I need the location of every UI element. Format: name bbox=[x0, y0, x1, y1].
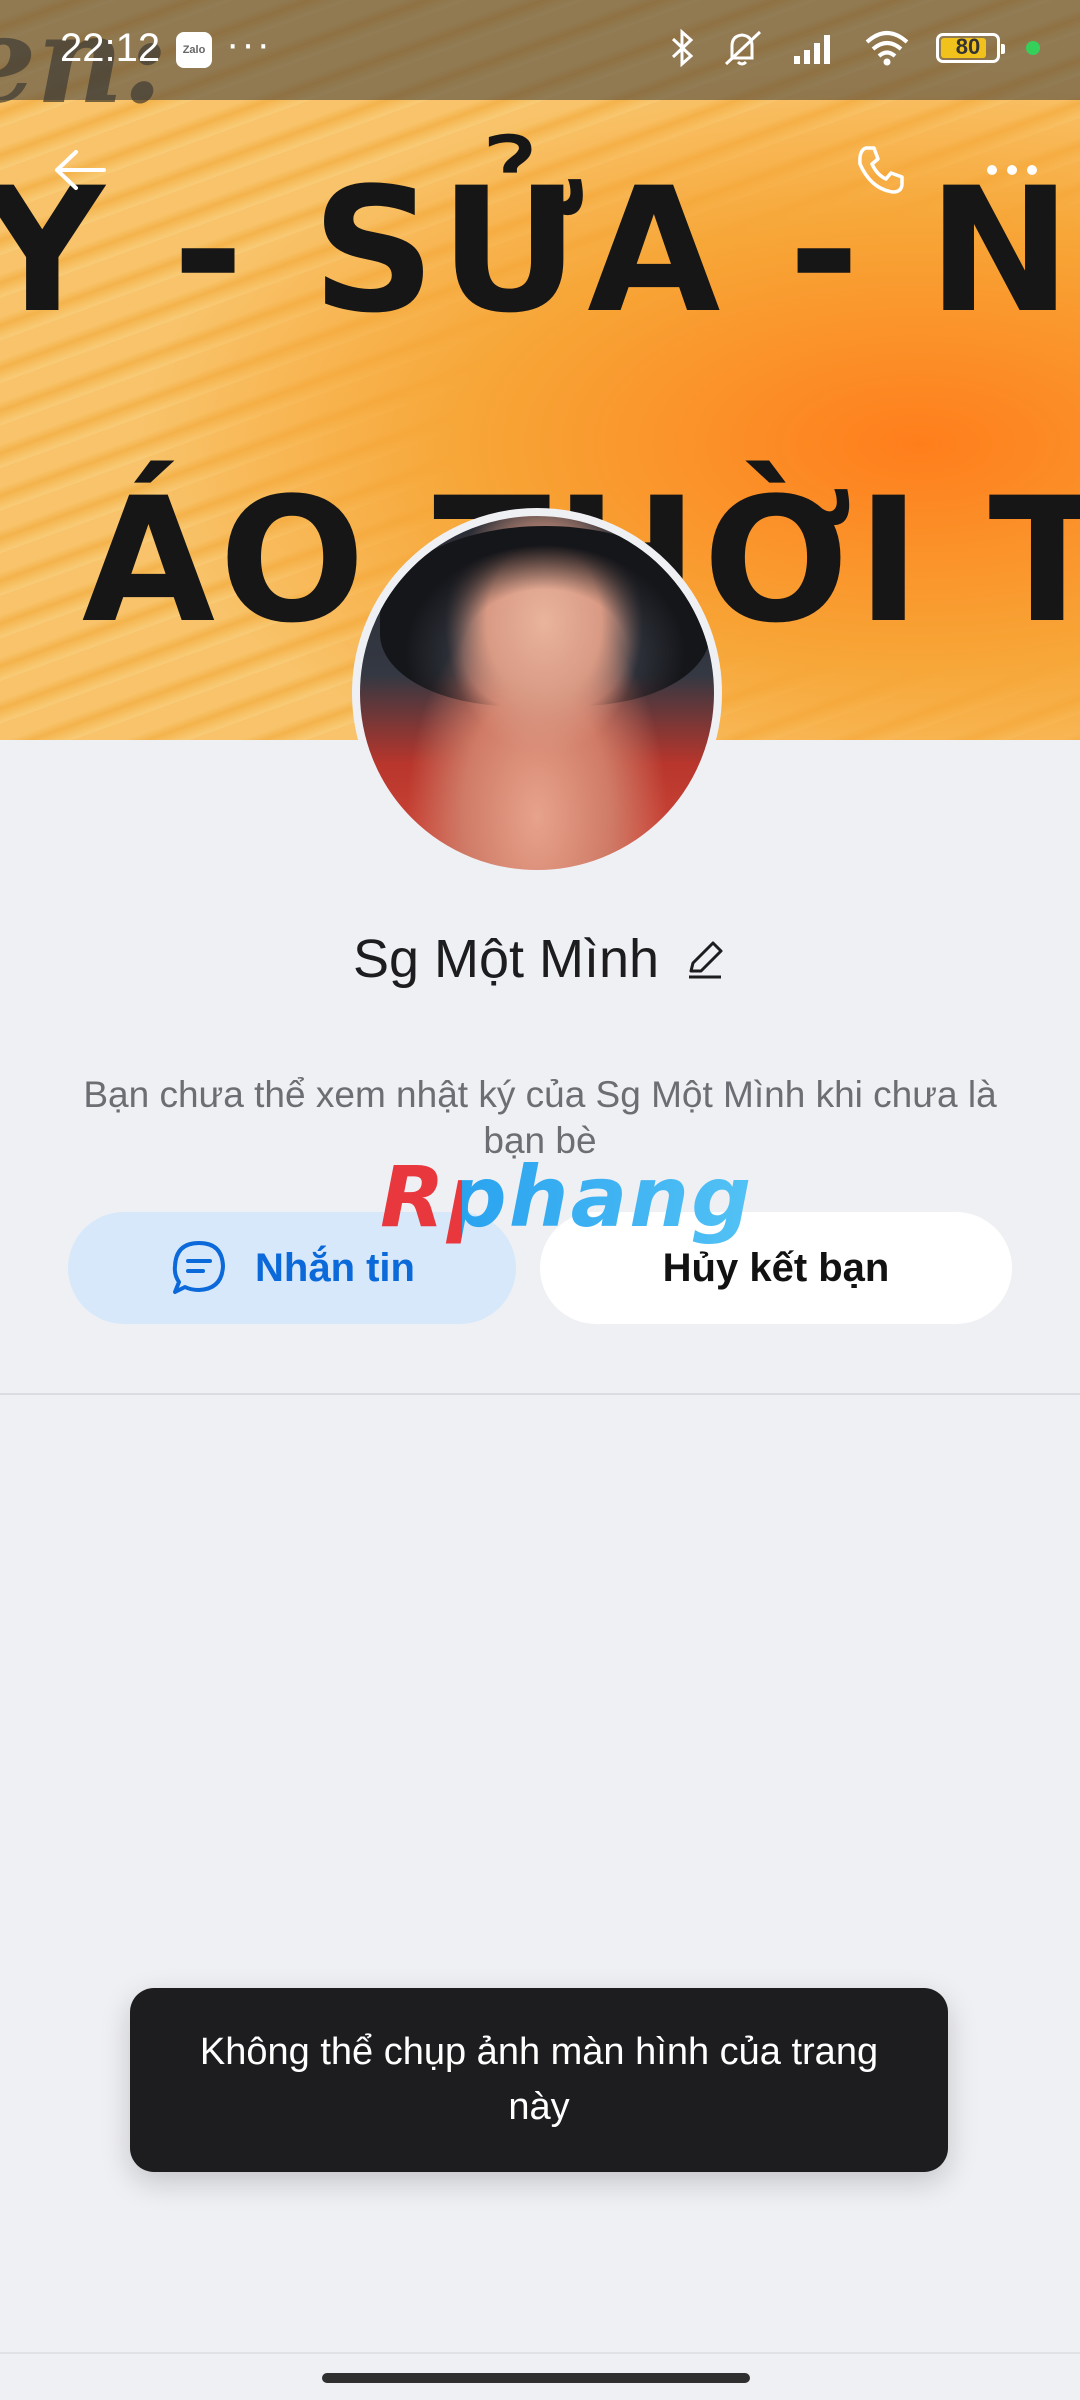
arrow-left-icon bbox=[55, 150, 106, 190]
bottom-divider bbox=[0, 2352, 1080, 2354]
profile-name: Sg Một Mình bbox=[352, 929, 660, 989]
mute-icon bbox=[724, 30, 762, 66]
wifi-icon bbox=[865, 31, 909, 66]
bluetooth-icon bbox=[671, 29, 694, 67]
message-button-label: Nhắn tin bbox=[255, 1245, 415, 1290]
profile-avatar[interactable] bbox=[352, 508, 722, 878]
call-button[interactable] bbox=[840, 130, 920, 210]
pencil-icon[interactable] bbox=[683, 937, 727, 981]
status-time: 22:12 bbox=[60, 26, 161, 70]
toast-message: Không thể chụp ảnh màn hình của trang nà… bbox=[130, 1988, 948, 2172]
zalo-notification-icon: Zalo bbox=[176, 32, 212, 68]
more-icon bbox=[987, 165, 1037, 175]
more-options-button[interactable] bbox=[972, 130, 1052, 210]
privacy-indicator-dot bbox=[1026, 41, 1040, 55]
signal-icon bbox=[794, 35, 830, 64]
watermark-logo: Rphang bbox=[380, 1148, 754, 1246]
notification-overflow-icon: ··· bbox=[226, 22, 272, 66]
home-indicator[interactable] bbox=[322, 2373, 750, 2383]
status-icons: 80 bbox=[670, 28, 1040, 68]
status-bar: 22:12 Zalo ··· 80 bbox=[0, 0, 1080, 100]
battery-level: 80 bbox=[955, 34, 981, 59]
toast-text: Không thể chụp ảnh màn hình của trang nà… bbox=[199, 2031, 879, 2128]
battery-icon: 80 bbox=[936, 33, 1005, 63]
unfriend-button-label: Hủy kết bạn bbox=[662, 1245, 890, 1290]
back-button[interactable] bbox=[40, 130, 120, 210]
profile-name-row: Sg Một Mình bbox=[0, 928, 1080, 990]
avatar-photo bbox=[380, 526, 710, 706]
chat-bubble-icon bbox=[172, 1241, 225, 1294]
section-divider bbox=[0, 1393, 1080, 1395]
phone-icon bbox=[858, 146, 904, 194]
